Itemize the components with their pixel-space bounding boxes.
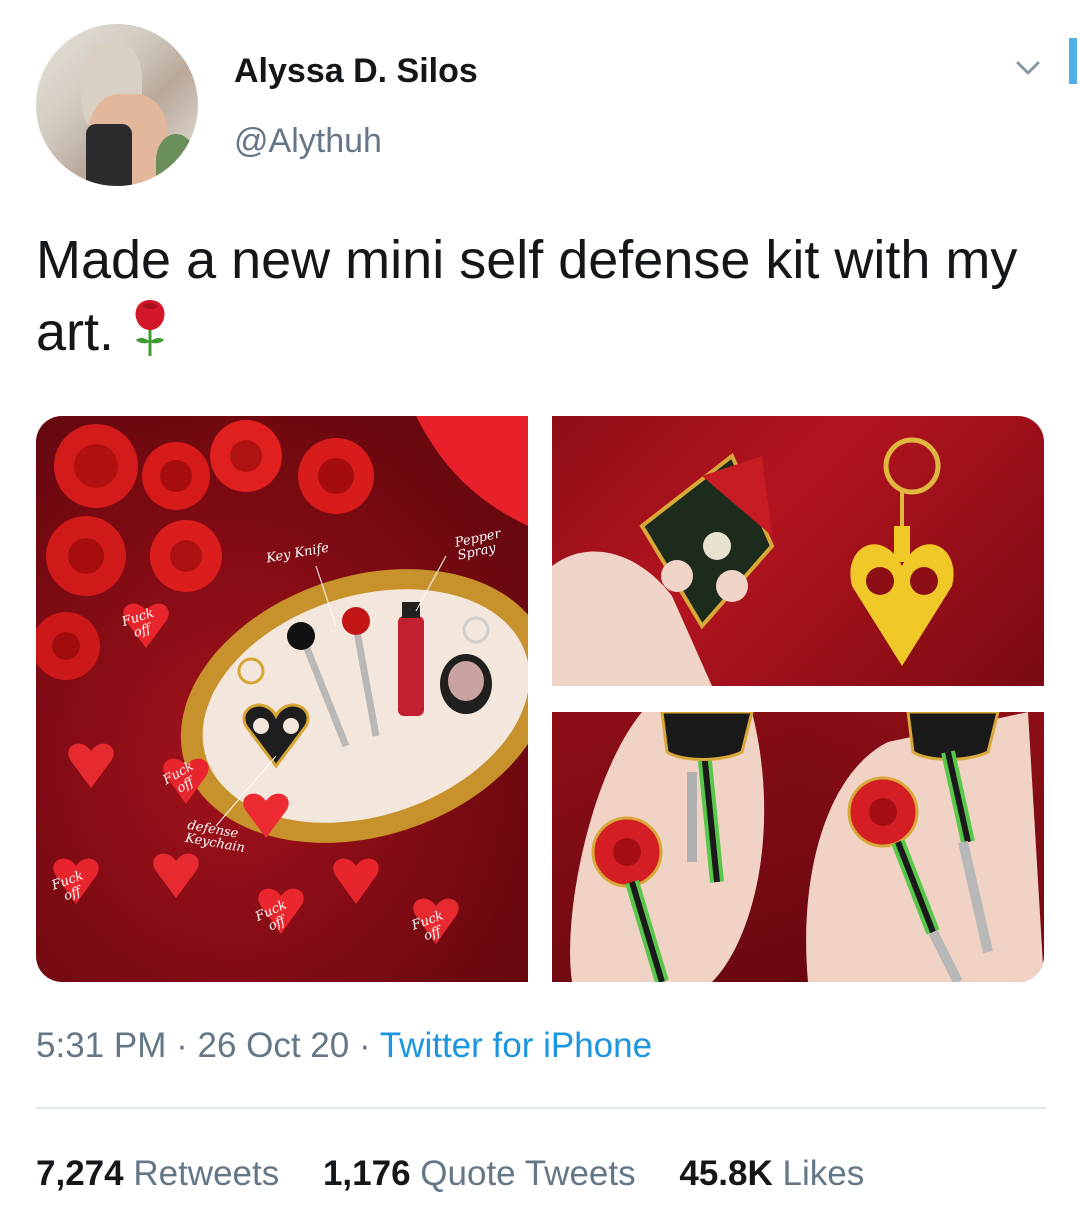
rose-knife-illustration (806, 712, 1044, 982)
tweet-stats: 7,274 Retweets 1,176 Quote Tweets 45.8K … (36, 1154, 898, 1194)
meta-separator: · (358, 1026, 371, 1065)
likes-stat[interactable]: 45.8K Likes (679, 1154, 864, 1193)
author-avatar[interactable] (36, 24, 198, 186)
media-image-rose-knife-1[interactable] (552, 712, 798, 982)
quote-tweets-count: 1,176 (322, 1154, 411, 1193)
media-image-rose-knife-2[interactable] (798, 712, 1044, 982)
quote-tweets-stat[interactable]: 1,176 Quote Tweets (323, 1154, 636, 1193)
likes-label: Likes (782, 1154, 865, 1193)
rose-knife-illustration (570, 712, 765, 982)
quote-tweets-label: Quote Tweets (420, 1154, 636, 1193)
tweet-text-content: Made a new mini self defense kit with my… (36, 230, 1018, 362)
tweet-meta: 5:31 PM · 26 Oct 20 · Twitter for iPhone (36, 1026, 652, 1066)
tweet-time[interactable]: 5:31 PM (36, 1026, 166, 1065)
media-image-kit-flatlay[interactable]: Key Knife Pepper Spray defense Keychain … (36, 416, 528, 982)
rose-icon (135, 300, 165, 356)
scroll-indicator (1069, 38, 1077, 84)
retweets-count: 7,274 (36, 1154, 124, 1193)
tweet-media-grid[interactable]: Key Knife Pepper Spray defense Keychain … (36, 416, 1044, 982)
media-image-keychain[interactable] (552, 416, 1044, 686)
tweet-date[interactable]: 26 Oct 20 (197, 1026, 349, 1065)
likes-count: 45.8K (679, 1154, 773, 1193)
retweets-label: Retweets (133, 1154, 280, 1193)
divider (36, 1107, 1046, 1109)
keychain-illustration (552, 437, 954, 686)
author-handle[interactable]: @Alythuh (234, 122, 382, 161)
retweets-stat[interactable]: 7,274 Retweets (36, 1154, 279, 1193)
tweet-source-link[interactable]: Twitter for iPhone (380, 1026, 652, 1065)
tweet-text: Made a new mini self defense kit with my… (36, 224, 1046, 368)
chevron-down-icon[interactable] (1010, 50, 1046, 86)
author-name[interactable]: Alyssa D. Silos (234, 52, 478, 91)
meta-separator: · (176, 1026, 188, 1065)
